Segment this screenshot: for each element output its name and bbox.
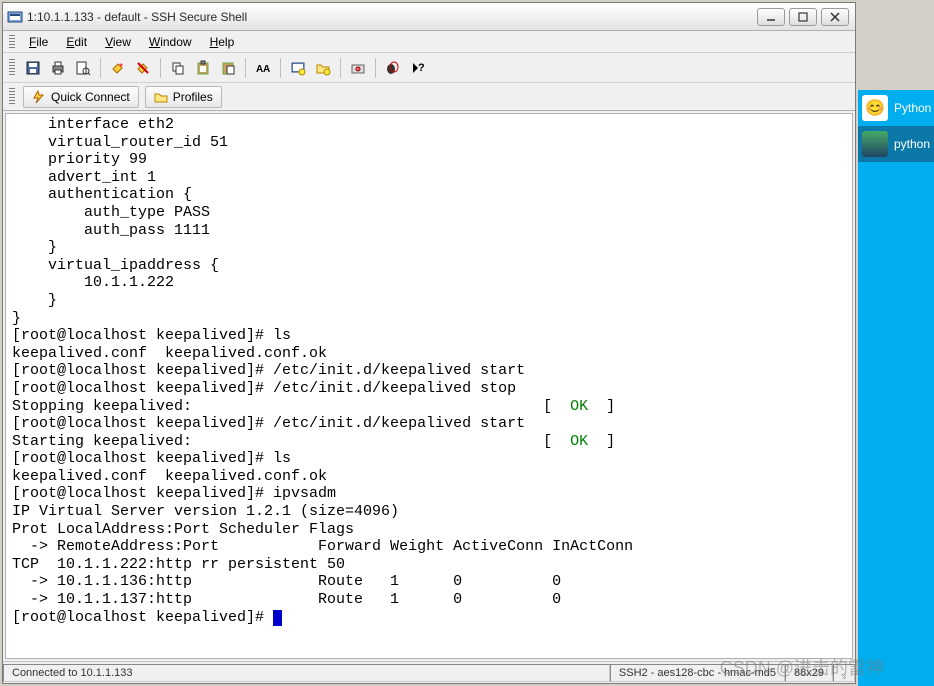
new-file-transfer-icon[interactable] bbox=[312, 57, 334, 79]
terminal-line: authentication { bbox=[12, 186, 846, 204]
thumbnail-icon bbox=[862, 131, 888, 157]
print-icon[interactable] bbox=[47, 57, 69, 79]
new-terminal-icon[interactable] bbox=[287, 57, 309, 79]
terminal-line: } bbox=[12, 239, 846, 257]
terminal-line: IP Virtual Server version 1.2.1 (size=40… bbox=[12, 503, 846, 521]
taskbar-item-2[interactable]: python bbox=[858, 126, 934, 162]
window-title: 1:10.1.1.133 - default - SSH Secure Shel… bbox=[27, 10, 757, 24]
lightning-icon bbox=[32, 90, 46, 104]
terminal-line: keepalived.conf keepalived.conf.ok bbox=[12, 345, 846, 363]
print-preview-icon[interactable] bbox=[72, 57, 94, 79]
svg-text:?: ? bbox=[418, 62, 425, 74]
disconnect-icon[interactable] bbox=[132, 57, 154, 79]
copy-icon[interactable] bbox=[167, 57, 189, 79]
log-session-icon[interactable] bbox=[382, 57, 404, 79]
terminal-line: [root@localhost keepalived]# ls bbox=[12, 327, 846, 345]
terminal-line: [root@localhost keepalived]# /etc/init.d… bbox=[12, 380, 846, 398]
profiles-label: Profiles bbox=[173, 90, 213, 104]
menu-view[interactable]: View bbox=[97, 33, 139, 51]
svg-text:A: A bbox=[263, 64, 270, 75]
save-icon[interactable] bbox=[22, 57, 44, 79]
terminal-line: [root@localhost keepalived]# ls bbox=[12, 450, 846, 468]
help-icon[interactable]: ? bbox=[407, 57, 429, 79]
status-dimensions: 88x29 bbox=[785, 664, 833, 682]
cut-icon[interactable] bbox=[217, 57, 239, 79]
terminal-line: [root@localhost keepalived]# bbox=[12, 609, 846, 627]
close-button[interactable] bbox=[821, 8, 849, 26]
status-protocol: SSH2 - aes128-cbc - hmac-md5 bbox=[610, 664, 785, 682]
terminal-line: priority 99 bbox=[12, 151, 846, 169]
status-bar: Connected to 10.1.1.133 SSH2 - aes128-cb… bbox=[3, 661, 855, 683]
quick-connect-label: Quick Connect bbox=[51, 90, 130, 104]
terminal-line: auth_type PASS bbox=[12, 204, 846, 222]
terminal-line: virtual_ipaddress { bbox=[12, 257, 846, 275]
terminal-line: virtual_router_id 51 bbox=[12, 134, 846, 152]
resize-grip[interactable] bbox=[833, 664, 855, 682]
profiles-button[interactable]: Profiles bbox=[145, 86, 222, 108]
quick-connect-button[interactable]: Quick Connect bbox=[23, 86, 139, 108]
terminal-line: Stopping keepalived: [ OK ] bbox=[12, 398, 846, 416]
menu-edit[interactable]: Edit bbox=[58, 33, 95, 51]
terminal-line: Starting keepalived: [ OK ] bbox=[12, 433, 846, 451]
terminal-line: keepalived.conf keepalived.conf.ok bbox=[12, 468, 846, 486]
menu-bar: File Edit View Window Help bbox=[3, 31, 855, 53]
toolbar-grip[interactable] bbox=[9, 59, 15, 77]
terminal-line: } bbox=[12, 310, 846, 328]
ssh-window: 1:10.1.1.133 - default - SSH Secure Shel… bbox=[2, 2, 856, 684]
toolbar: AA ? bbox=[3, 53, 855, 83]
settings-icon[interactable] bbox=[347, 57, 369, 79]
taskbar-item-2-label: python bbox=[894, 137, 930, 151]
title-bar[interactable]: 1:10.1.1.133 - default - SSH Secure Shel… bbox=[3, 3, 855, 31]
menu-help[interactable]: Help bbox=[202, 33, 243, 51]
minimize-button[interactable] bbox=[757, 8, 785, 26]
status-connection: Connected to 10.1.1.133 bbox=[3, 664, 610, 682]
cartoon-avatar-icon: 😊 bbox=[862, 95, 888, 121]
terminal-line: } bbox=[12, 292, 846, 310]
app-icon bbox=[7, 9, 23, 25]
menu-file[interactable]: File bbox=[21, 33, 56, 51]
terminal-line: auth_pass 1111 bbox=[12, 222, 846, 240]
maximize-button[interactable] bbox=[789, 8, 817, 26]
terminal-line: [root@localhost keepalived]# /etc/init.d… bbox=[12, 362, 846, 380]
terminal-line: interface eth2 bbox=[12, 116, 846, 134]
paste-icon[interactable] bbox=[192, 57, 214, 79]
taskbar-item-1-label: Python bbox=[894, 101, 931, 115]
connect-icon[interactable] bbox=[107, 57, 129, 79]
terminal-line: -> 10.1.1.137:http Route 1 0 0 bbox=[12, 591, 846, 609]
taskbar-side-panel: 😊 Python python bbox=[858, 90, 934, 686]
terminal-line: 10.1.1.222 bbox=[12, 274, 846, 292]
folder-icon bbox=[154, 90, 168, 104]
taskbar-item-1[interactable]: 😊 Python bbox=[858, 90, 934, 126]
terminal-line: advert_int 1 bbox=[12, 169, 846, 187]
quickbar-grip[interactable] bbox=[9, 88, 15, 106]
terminal-line: Prot LocalAddress:Port Scheduler Flags bbox=[12, 521, 846, 539]
terminal-line: -> RemoteAddress:Port Forward Weight Act… bbox=[12, 538, 846, 556]
menu-window[interactable]: Window bbox=[141, 33, 200, 51]
menu-grip[interactable] bbox=[9, 35, 15, 49]
terminal-line: [root@localhost keepalived]# /etc/init.d… bbox=[12, 415, 846, 433]
quick-bar: Quick Connect Profiles bbox=[3, 83, 855, 111]
terminal-line: TCP 10.1.1.222:http rr persistent 50 bbox=[12, 556, 846, 574]
terminal-line: -> 10.1.1.136:http Route 1 0 0 bbox=[12, 573, 846, 591]
terminal-line: [root@localhost keepalived]# ipvsadm bbox=[12, 485, 846, 503]
terminal-output[interactable]: interface eth2 virtual_router_id 51 prio… bbox=[5, 113, 853, 659]
terminal-cursor bbox=[273, 610, 282, 626]
find-icon[interactable]: AA bbox=[252, 57, 274, 79]
